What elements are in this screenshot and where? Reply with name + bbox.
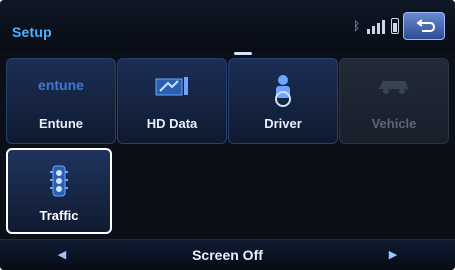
back-button[interactable] (403, 12, 445, 40)
bottom-bar: ◀ Screen Off ▶ (0, 239, 455, 270)
right-arrow-icon[interactable]: ▶ (387, 249, 399, 261)
entune-label: Entune (38, 116, 84, 131)
hd-data-tile[interactable]: HD Data (117, 58, 227, 144)
traffic-label: Traffic (39, 208, 79, 223)
setup-screen: Setup ᛒ entune Entune HD Data Driver Veh… (0, 0, 455, 270)
signal-icon (367, 18, 385, 34)
return-arrow-icon (416, 19, 436, 32)
hd-data-icon (155, 77, 188, 96)
page-indicator (234, 52, 252, 55)
entune-tile[interactable]: entune Entune (6, 58, 116, 144)
battery-icon (391, 18, 399, 34)
status-area: ᛒ (353, 18, 399, 34)
hd-data-label: HD Data (146, 116, 198, 131)
traffic-light-icon (50, 165, 68, 197)
driver-label: Driver (264, 116, 302, 131)
vehicle-icon (379, 81, 409, 94)
header: Setup ᛒ (0, 0, 455, 52)
driver-tile[interactable]: Driver (228, 58, 338, 144)
bluetooth-icon: ᛒ (353, 19, 361, 33)
entune-logo-icon: entune (38, 77, 84, 93)
traffic-tile[interactable]: Traffic (6, 148, 112, 234)
svg-text:entune: entune (38, 77, 84, 93)
vehicle-tile: Vehicle (339, 58, 449, 144)
page-title: Setup (12, 24, 52, 40)
vehicle-label: Vehicle (371, 116, 417, 131)
driver-icon (275, 75, 291, 107)
